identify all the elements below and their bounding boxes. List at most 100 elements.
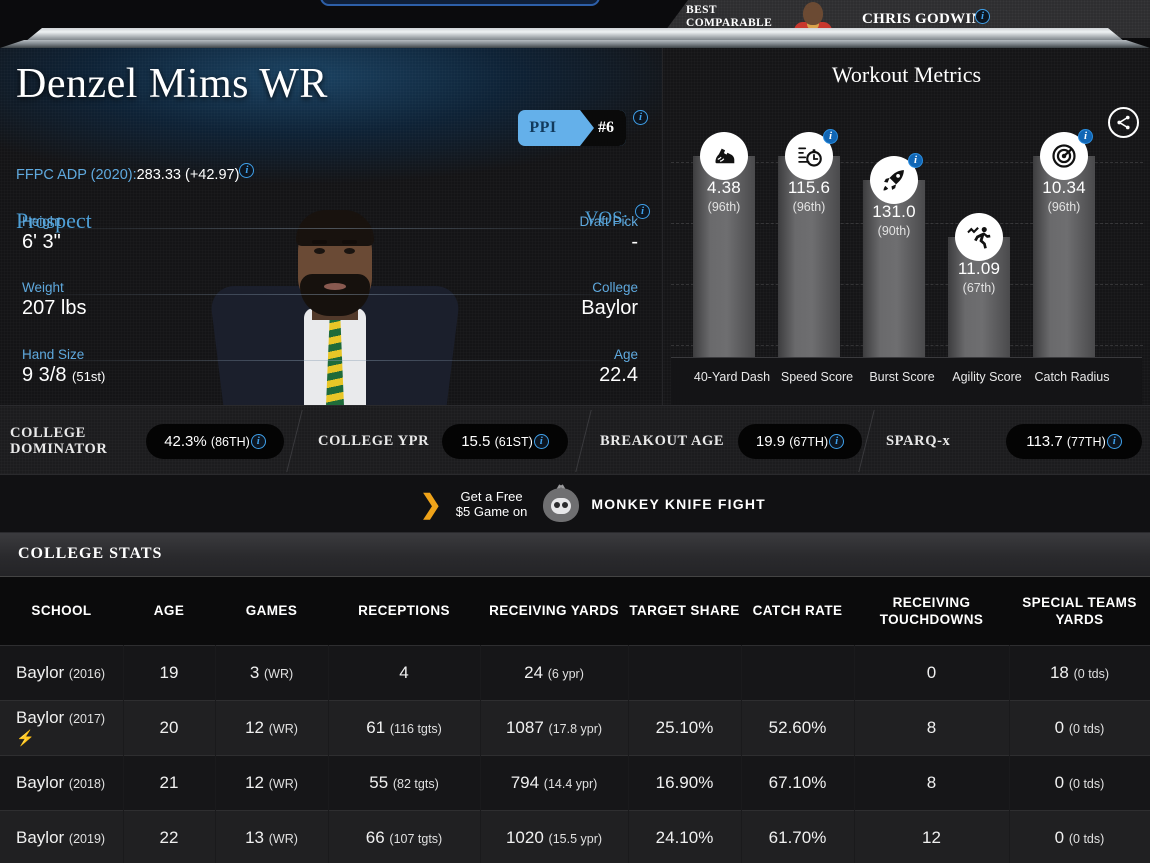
games-value: 3 xyxy=(249,662,260,682)
attribute-label: Height xyxy=(22,214,62,229)
eye-right-shape xyxy=(344,248,355,254)
attribute-weight: Weight 207 lbs xyxy=(22,280,87,320)
st-yards-value: 0 xyxy=(1054,827,1065,847)
bar-value: 10.34 xyxy=(1042,178,1086,197)
college-stats-header: COLLEGE STATS xyxy=(0,533,1150,577)
head-shape xyxy=(803,2,823,25)
cell-receiving-yards: 1087 (17.8 ypr) xyxy=(480,699,629,755)
receptions-value: 55 xyxy=(369,772,389,792)
cell-games: 3 (WR) xyxy=(215,644,329,700)
col-target-share[interactable]: TARGET SHARE xyxy=(628,577,741,645)
bar-percentile: (96th) xyxy=(707,200,741,214)
cell-age: 22 xyxy=(123,809,216,863)
metric-percentile: (67TH) xyxy=(789,434,829,449)
info-icon[interactable]: i xyxy=(239,163,255,178)
metric-caption-line1: BREAKOUT AGE xyxy=(600,433,725,449)
rec-yards-value: 794 xyxy=(510,772,540,792)
games-position: (WR) xyxy=(264,666,294,681)
metric-caption-line2: DOMINATOR xyxy=(10,441,108,457)
table-row[interactable]: Baylor (2018) 21 12 (WR) 55 (82 tgts) 79… xyxy=(0,754,1150,810)
runner-icon[interactable] xyxy=(955,213,1003,261)
games-value: 12 xyxy=(245,717,265,737)
cell-school: Baylor (2018) xyxy=(0,754,124,810)
table-row[interactable]: Baylor (2019) 22 13 (WR) 66 (107 tgts) 1… xyxy=(0,809,1150,863)
cell-receiving-touchdowns: 0 xyxy=(854,644,1010,700)
school-name: Baylor xyxy=(16,827,65,847)
col-receptions[interactable]: RECEPTIONS xyxy=(328,577,480,645)
col-games[interactable]: GAMES xyxy=(215,577,328,645)
promo-line1: Get a Free xyxy=(460,489,523,504)
info-icon[interactable]: i xyxy=(975,9,990,24)
best-comparable-label: BEST COMPARABLE xyxy=(686,4,772,30)
table-row[interactable]: Baylor (2017) ⚡ 20 12 (WR) 61 (116 tgts)… xyxy=(0,699,1150,755)
info-icon[interactable]: i xyxy=(829,434,845,449)
metric-value-pill[interactable]: 19.9 (67TH) i xyxy=(738,424,862,459)
promo-brand: MONKEY KNIFE FIGHT xyxy=(591,496,766,512)
attribute-height: Height 6' 3" xyxy=(22,214,61,254)
attribute-value: 207 lbs xyxy=(22,297,87,319)
metric-value-pill[interactable]: 42.3% (86TH) i xyxy=(146,424,284,459)
info-icon[interactable]: i xyxy=(908,153,923,168)
season: (2017) xyxy=(68,711,106,726)
cell-receptions: 61 (116 tgts) xyxy=(328,699,481,755)
info-icon[interactable]: i xyxy=(533,434,549,449)
col-age[interactable]: AGE xyxy=(123,577,215,645)
games-position: (WR) xyxy=(268,721,298,736)
attribute-hand-size: Hand Size 9 3/8 (51st) xyxy=(22,347,105,387)
attribute-value-main: 9 3/8 xyxy=(22,364,67,386)
col-special-teams-yards[interactable]: SPECIAL TEAMS YARDS xyxy=(1009,577,1150,645)
metric-percentile: (86TH) xyxy=(210,434,250,449)
games-position: (WR) xyxy=(268,831,298,846)
shoe-icon[interactable] xyxy=(700,132,748,180)
comparable-player-link[interactable]: CHRIS GODWIN xyxy=(862,11,993,30)
rec-yards-value: 1020 xyxy=(505,827,544,847)
games-position: (WR) xyxy=(268,776,298,791)
bar-value: 115.6 xyxy=(787,178,831,197)
workout-metrics-panel: Workout Metrics 4.38 (96th) i 115.6 (96t… xyxy=(662,48,1150,405)
chrome-bevel-bottom xyxy=(0,40,1150,48)
table-body: Baylor (2016) 19 3 (WR) 4 24 (6 ypr) 0 1… xyxy=(0,644,1150,863)
col-receiving-yards[interactable]: RECEIVING YARDS xyxy=(480,577,628,645)
ppi-badge[interactable]: PPI #6 xyxy=(518,110,626,146)
info-icon[interactable]: i xyxy=(823,129,838,144)
cell-games: 13 (WR) xyxy=(215,809,329,863)
cell-target-share xyxy=(628,644,742,700)
rec-yards-value: 1087 xyxy=(505,717,544,737)
metric-value-pill[interactable]: 113.7 (77TH) i xyxy=(1006,424,1142,459)
cell-receiving-yards: 794 (14.4 ypr) xyxy=(480,754,629,810)
eye-left-shape xyxy=(314,248,325,254)
cell-receiving-touchdowns: 8 xyxy=(854,699,1010,755)
cell-school: Baylor (2019) xyxy=(0,809,124,863)
cell-receptions: 66 (107 tgts) xyxy=(328,809,481,863)
col-school[interactable]: SCHOOL xyxy=(0,577,123,645)
rocket-icon[interactable]: i xyxy=(870,153,923,204)
st-yards-tds: (0 tds) xyxy=(1068,721,1105,736)
col-receiving-touchdowns[interactable]: RECEIVING TOUCHDOWNS xyxy=(854,577,1009,645)
receptions-value: 61 xyxy=(366,717,386,737)
cell-games: 12 (WR) xyxy=(215,754,329,810)
player-profile-panel: Denzel Mims WR PPI #6 i FFPC ADP (2020):… xyxy=(0,48,662,405)
radar-icon[interactable]: i xyxy=(1040,129,1093,180)
monkey-knife-fight-logo-icon xyxy=(539,482,583,526)
info-icon[interactable]: i xyxy=(250,434,266,449)
cell-target-share: 25.10% xyxy=(628,699,742,755)
stopwatch-icon[interactable]: i xyxy=(785,129,838,180)
info-icon[interactable]: i xyxy=(1106,434,1122,449)
bar-percentile: (96th) xyxy=(1047,200,1081,214)
metric-value-pill[interactable]: 15.5 (61ST) i xyxy=(442,424,568,459)
metric-caption: SPARQ-x xyxy=(886,433,950,449)
info-icon[interactable]: i xyxy=(633,110,648,125)
active-tab-indicator[interactable] xyxy=(320,0,600,6)
attribute-label: Hand Size xyxy=(22,347,85,362)
axis-label-catch-radius: Catch Radius xyxy=(1034,370,1110,384)
college-stats-table: SCHOOL AGE GAMES RECEPTIONS RECEIVING YA… xyxy=(0,577,1150,863)
col-catch-rate[interactable]: CATCH RATE xyxy=(741,577,854,645)
adp-value: 283.33 (+42.97) xyxy=(136,166,240,183)
promo-banner[interactable]: ❯ Get a Free $5 Game on MONKEY KNIFE FIG… xyxy=(0,475,1150,533)
table-row[interactable]: Baylor (2016) 19 3 (WR) 4 24 (6 ypr) 0 1… xyxy=(0,644,1150,700)
cell-receiving-yards: 24 (6 ypr) xyxy=(480,644,629,700)
st-yards-tds: (0 tds) xyxy=(1068,831,1105,846)
info-icon[interactable]: i xyxy=(1078,129,1093,144)
metric-percentile: (77TH) xyxy=(1066,434,1106,449)
ppi-rank: #6 xyxy=(580,110,626,146)
